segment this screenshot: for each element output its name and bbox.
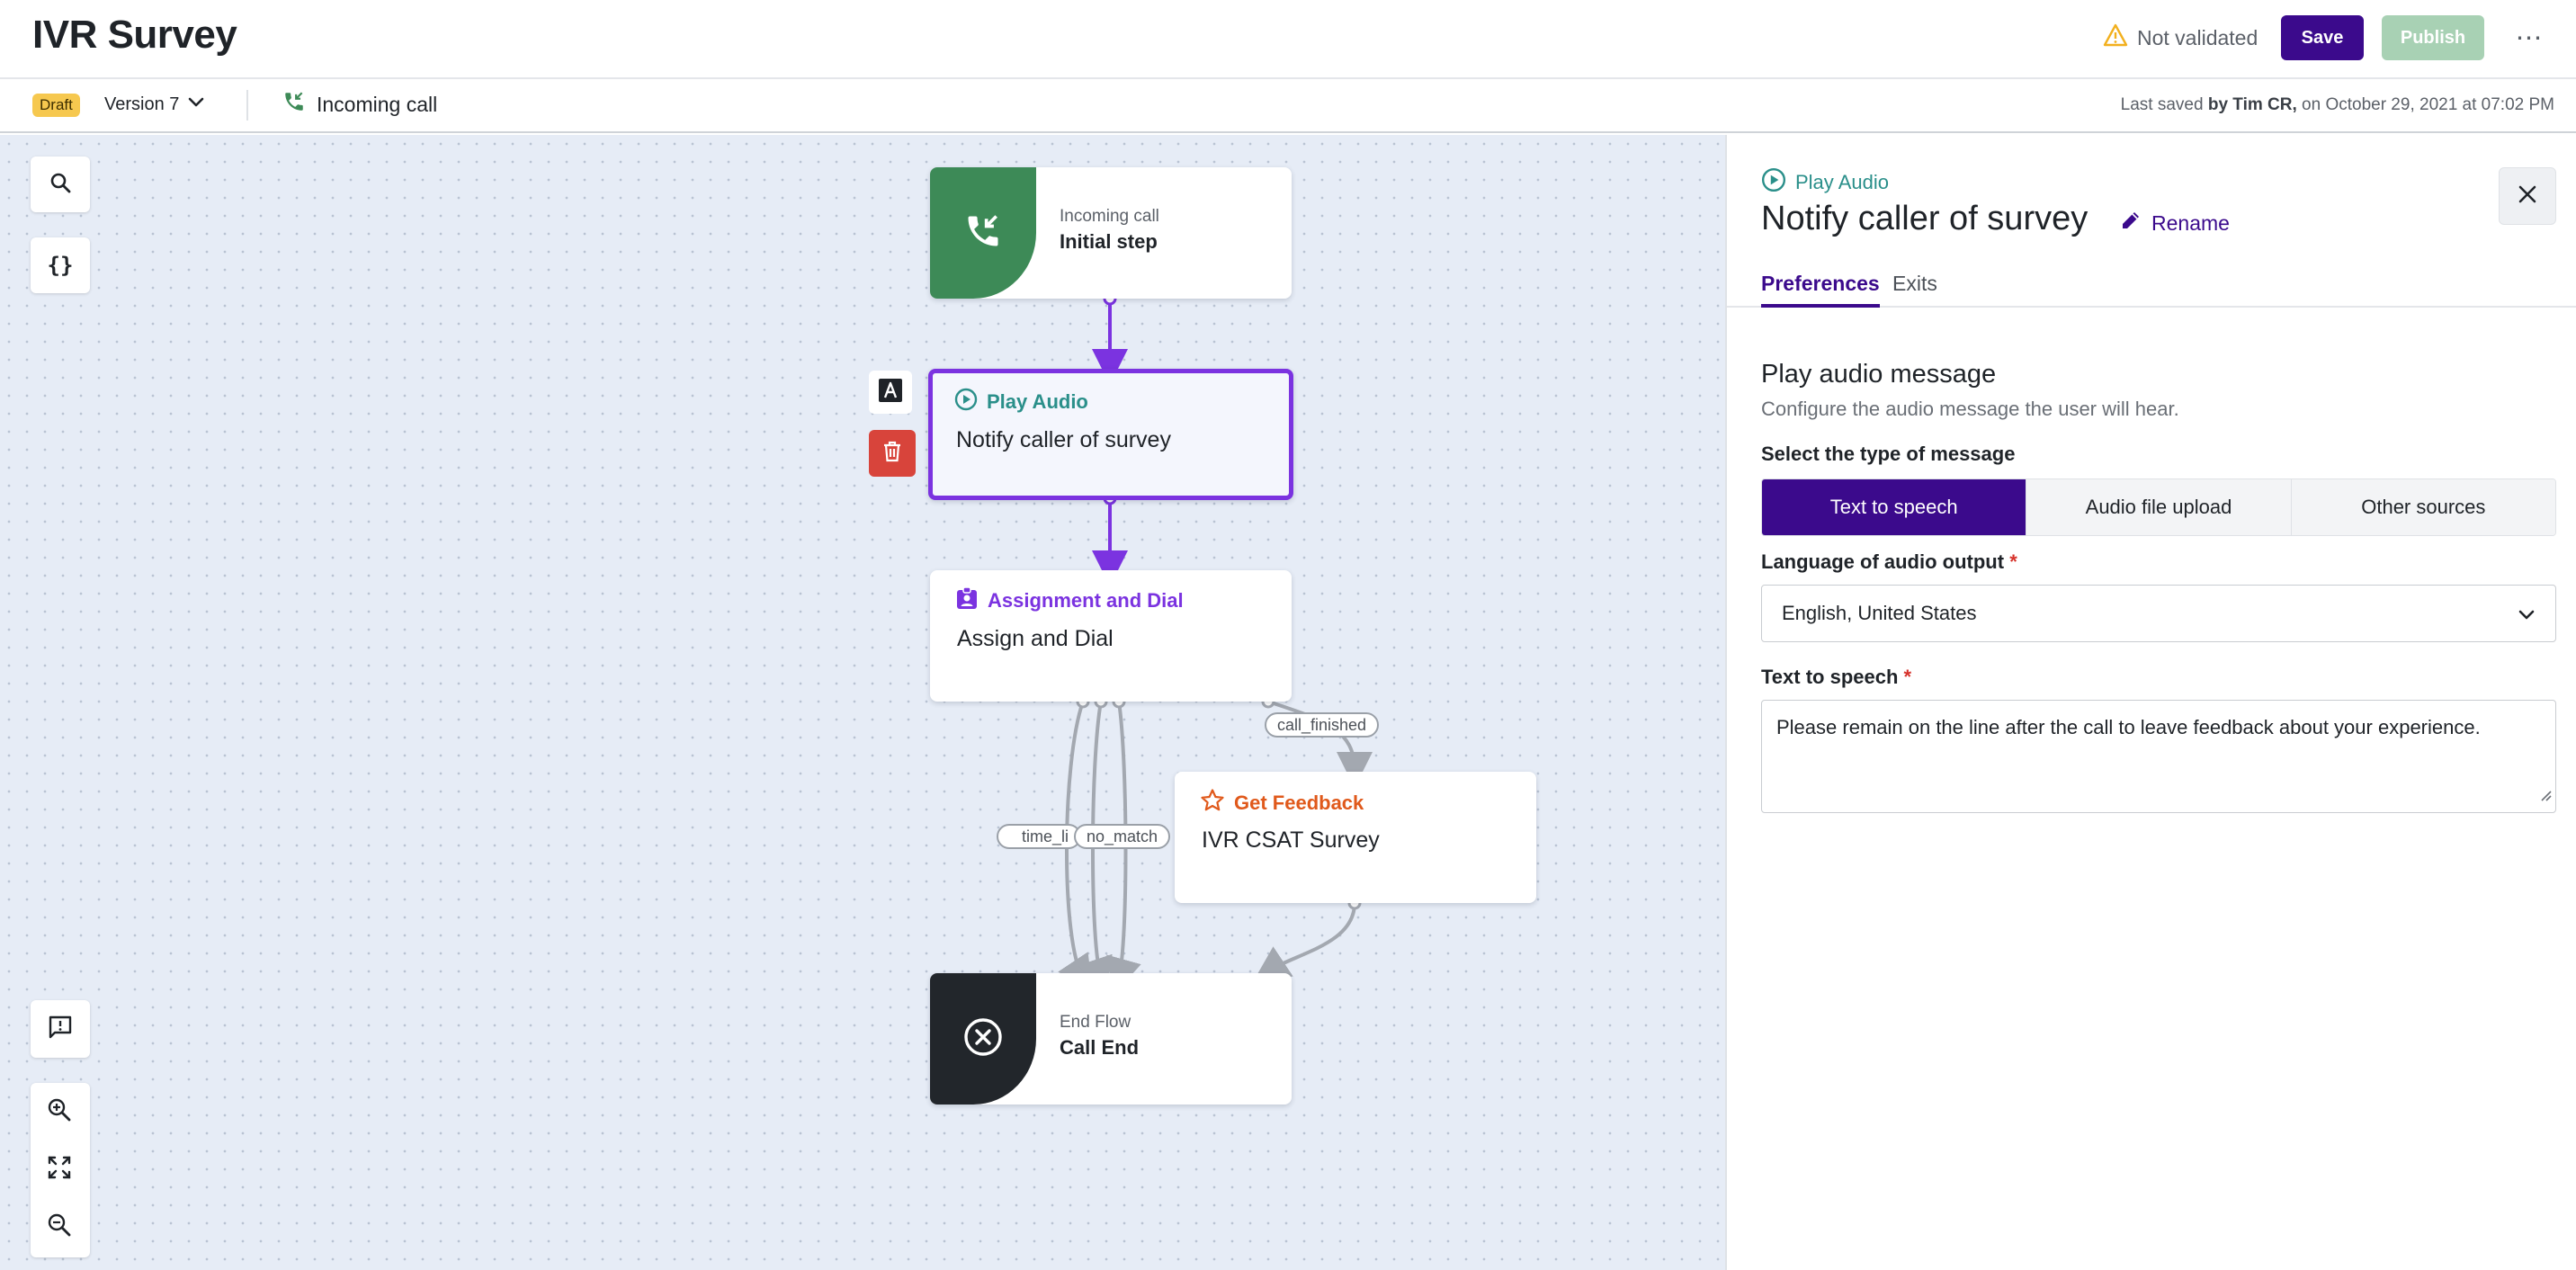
assignment-icon	[955, 586, 979, 615]
start-tile	[930, 167, 1036, 299]
node-type: Get Feedback	[1200, 788, 1364, 818]
node-incoming-call[interactable]: Incoming call Initial step	[930, 167, 1292, 299]
status-badge: Draft	[32, 94, 80, 117]
node-play-audio[interactable]: Play Audio Notify caller of survey	[928, 369, 1293, 500]
save-button[interactable]: Save	[2281, 15, 2364, 60]
trigger-label: Incoming call	[317, 92, 438, 116]
tts-value: Please remain on the line after the call…	[1776, 716, 2481, 738]
tab-preferences[interactable]: Preferences	[1761, 261, 1880, 308]
node-subtitle: Incoming call	[1060, 207, 1159, 226]
panel-node-title: Notify caller of survey	[1761, 200, 2089, 237]
language-value: English, United States	[1782, 602, 1977, 624]
version-selector[interactable]: Version 7	[104, 92, 206, 117]
node-name: Assign and Dial	[957, 626, 1114, 651]
publish-button[interactable]: Publish	[2382, 15, 2484, 60]
play-circle-icon	[1761, 167, 1786, 198]
properties-panel: Play Audio Notify caller of survey Renam…	[1725, 135, 2576, 1270]
node-title: Initial step	[1060, 230, 1158, 253]
incoming-call-icon	[282, 90, 306, 119]
node-name: IVR CSAT Survey	[1202, 827, 1380, 853]
flow-edges	[1058, 291, 1373, 995]
chevron-down-icon	[186, 92, 206, 117]
node-name: Notify caller of survey	[956, 427, 1171, 452]
node-title: Call End	[1060, 1036, 1140, 1059]
sub-bar: Draft Version 7 Incoming call Last saved…	[0, 79, 2576, 133]
message-type-selector: Text to speech Audio file upload Other s…	[1761, 478, 2556, 536]
edge-label-no-match[interactable]: no_match	[1074, 824, 1171, 849]
star-icon	[1200, 788, 1225, 818]
version-label: Version 7	[104, 94, 180, 114]
trash-icon	[881, 440, 903, 468]
node-type: Play Audio	[954, 388, 1088, 416]
section-title: Play audio message	[1761, 360, 1997, 389]
close-icon	[2517, 183, 2538, 210]
language-label: Language of audio output *	[1761, 550, 2017, 573]
required-mark: *	[2009, 550, 2017, 573]
message-type-label: Select the type of message	[1761, 443, 2016, 465]
node-get-feedback[interactable]: Get Feedback IVR CSAT Survey	[1175, 772, 1536, 903]
rename-button[interactable]: Rename	[2119, 209, 2230, 237]
tts-textarea[interactable]: Please remain on the line after the call…	[1761, 700, 2556, 813]
validation-label: Not validated	[2137, 25, 2258, 49]
node-assignment-dial[interactable]: Assignment and Dial Assign and Dial	[930, 570, 1292, 702]
tts-label: Text to speech *	[1761, 666, 1912, 688]
delete-node-button[interactable]	[869, 430, 916, 477]
divider	[246, 90, 248, 121]
panel-node-type: Play Audio	[1761, 167, 1889, 198]
pencil-icon	[2119, 209, 2142, 237]
last-saved-info: Last saved by Tim CR, on October 29, 202…	[2120, 95, 2554, 114]
panel-tabs: Preferences Exits	[1727, 261, 2576, 308]
page-title: IVR Survey	[32, 13, 237, 57]
end-tile	[930, 973, 1036, 1105]
required-mark: *	[1903, 666, 1912, 688]
chevron-down-icon	[2516, 604, 2537, 631]
edge-label-time-limit[interactable]: time_li	[997, 824, 1082, 849]
node-type: Assignment and Dial	[955, 586, 1184, 615]
node-subtitle: End Flow	[1060, 1013, 1131, 1032]
close-panel-button[interactable]	[2499, 167, 2556, 225]
play-circle-icon	[954, 388, 978, 416]
rename-node-button[interactable]	[869, 371, 912, 414]
resize-handle-icon[interactable]	[2537, 783, 2552, 809]
text-label-icon	[878, 378, 903, 407]
incoming-call-icon	[963, 211, 1003, 255]
edge-feedback-to-end	[1253, 902, 1356, 982]
edge-label-call-finished[interactable]: call_finished	[1265, 712, 1380, 738]
trigger-indicator: Incoming call	[282, 90, 437, 119]
flow-canvas[interactable]: {} call_finished time_li no_match Incomi…	[0, 135, 1725, 1270]
option-audio-file-upload[interactable]: Audio file upload	[2026, 479, 2292, 535]
close-circle-icon	[962, 1016, 1004, 1062]
more-options-icon[interactable]: ⋯	[2509, 20, 2549, 56]
section-subtitle: Configure the audio message the user wil…	[1761, 398, 2179, 420]
option-text-to-speech[interactable]: Text to speech	[1762, 479, 2027, 535]
tab-exits[interactable]: Exits	[1892, 261, 1937, 308]
node-end-flow[interactable]: End Flow Call End	[930, 973, 1292, 1105]
validation-status[interactable]: Not validated	[2103, 23, 2258, 52]
top-bar: IVR Survey Not validated Save Publish ⋯	[0, 0, 2576, 79]
option-other-sources[interactable]: Other sources	[2291, 479, 2555, 535]
language-select[interactable]: English, United States	[1761, 585, 2556, 642]
warning-icon	[2103, 23, 2128, 52]
